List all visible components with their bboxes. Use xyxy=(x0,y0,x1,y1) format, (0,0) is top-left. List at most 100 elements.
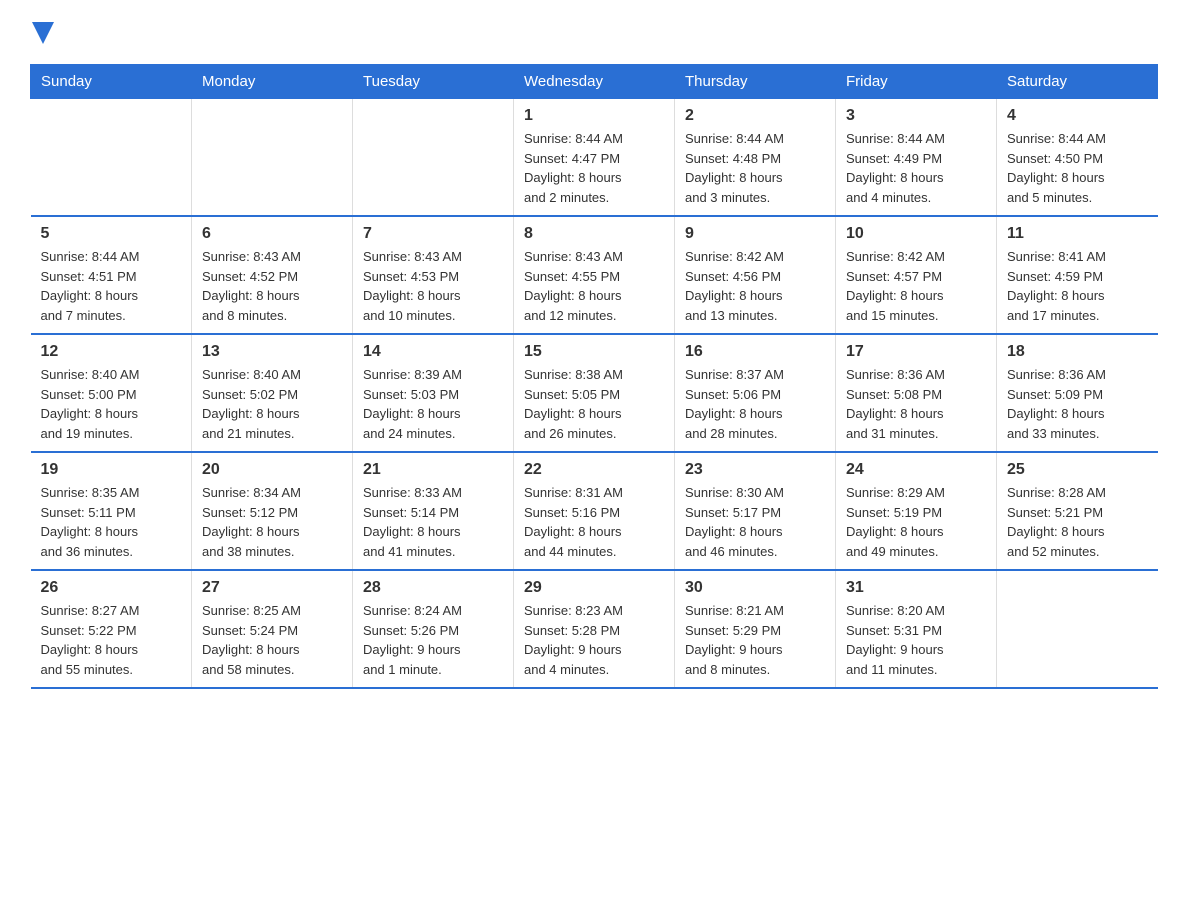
day-info: Sunrise: 8:37 AM Sunset: 5:06 PM Dayligh… xyxy=(685,365,825,443)
header-day-wednesday: Wednesday xyxy=(514,65,675,99)
calendar-cell: 6Sunrise: 8:43 AM Sunset: 4:52 PM Daylig… xyxy=(192,216,353,334)
day-info: Sunrise: 8:44 AM Sunset: 4:50 PM Dayligh… xyxy=(1007,129,1148,207)
day-info: Sunrise: 8:36 AM Sunset: 5:09 PM Dayligh… xyxy=(1007,365,1148,443)
day-number: 12 xyxy=(41,343,182,361)
logo-triangle-icon xyxy=(32,22,54,44)
calendar-cell: 5 Sunrise: 8:44 AM Sunset: 4:51 PM Daylig… xyxy=(31,216,192,334)
calendar-cell xyxy=(192,99,353,217)
calendar-cell: 25 Sunrise: 8:28 AM Sunset: 5:21 PM Dayli… xyxy=(997,452,1158,570)
calendar-cell xyxy=(31,99,192,217)
day-number: 20 xyxy=(202,461,342,479)
calendar-cell: 4 Sunrise: 8:44 AM Sunset: 4:50 PM Daylig… xyxy=(997,99,1158,217)
day-number: 10 xyxy=(846,225,986,243)
header-day-saturday: Saturday xyxy=(997,65,1158,99)
calendar-cell: 29Sunrise: 8:23 AM Sunset: 5:28 PM Dayli… xyxy=(514,570,675,688)
calendar-cell: 13 Sunrise: 8:40 AM Sunset: 5:02 PM Dayli… xyxy=(192,334,353,452)
calendar-cell: 23 Sunrise: 8:30 AM Sunset: 5:17 PM Dayli… xyxy=(675,452,836,570)
calendar-cell: 26Sunrise: 8:27 AM Sunset: 5:22 PM Dayli… xyxy=(31,570,192,688)
day-info: Sunrise: 8:34 AM Sunset: 5:12 PM Dayligh… xyxy=(202,483,342,561)
day-number: 14 xyxy=(363,343,503,361)
day-number: 18 xyxy=(1007,343,1148,361)
day-number: 13 xyxy=(202,343,342,361)
calendar-cell: 18 Sunrise: 8:36 AM Sunset: 5:09 PM Dayli… xyxy=(997,334,1158,452)
day-info: Sunrise: 8:43 AM Sunset: 4:55 PM Dayligh… xyxy=(524,247,664,325)
calendar-cell: 28Sunrise: 8:24 AM Sunset: 5:26 PM Dayli… xyxy=(353,570,514,688)
logo xyxy=(30,20,54,44)
calendar-cell: 15 Sunrise: 8:38 AM Sunset: 5:05 PM Dayli… xyxy=(514,334,675,452)
calendar-cell: 11Sunrise: 8:41 AM Sunset: 4:59 PM Dayli… xyxy=(997,216,1158,334)
day-info: Sunrise: 8:38 AM Sunset: 5:05 PM Dayligh… xyxy=(524,365,664,443)
calendar-cell: 9 Sunrise: 8:42 AM Sunset: 4:56 PM Daylig… xyxy=(675,216,836,334)
calendar-cell: 14 Sunrise: 8:39 AM Sunset: 5:03 PM Dayli… xyxy=(353,334,514,452)
calendar-cell xyxy=(997,570,1158,688)
week-row-5: 26Sunrise: 8:27 AM Sunset: 5:22 PM Dayli… xyxy=(31,570,1158,688)
calendar-cell: 16 Sunrise: 8:37 AM Sunset: 5:06 PM Dayli… xyxy=(675,334,836,452)
calendar-cell: 27Sunrise: 8:25 AM Sunset: 5:24 PM Dayli… xyxy=(192,570,353,688)
header-day-monday: Monday xyxy=(192,65,353,99)
day-info: Sunrise: 8:43 AM Sunset: 4:53 PM Dayligh… xyxy=(363,247,503,325)
calendar-cell: 31 Sunrise: 8:20 AM Sunset: 5:31 PM Dayli… xyxy=(836,570,997,688)
day-number: 9 xyxy=(685,225,825,243)
calendar-cell: 19Sunrise: 8:35 AM Sunset: 5:11 PM Dayli… xyxy=(31,452,192,570)
day-number: 26 xyxy=(41,579,182,597)
day-number: 7 xyxy=(363,225,503,243)
calendar-cell: 20 Sunrise: 8:34 AM Sunset: 5:12 PM Dayli… xyxy=(192,452,353,570)
day-number: 30 xyxy=(685,579,825,597)
day-number: 23 xyxy=(685,461,825,479)
day-info: Sunrise: 8:29 AM Sunset: 5:19 PM Dayligh… xyxy=(846,483,986,561)
header-day-friday: Friday xyxy=(836,65,997,99)
day-number: 5 xyxy=(41,225,182,243)
calendar-cell: 10 Sunrise: 8:42 AM Sunset: 4:57 PM Dayli… xyxy=(836,216,997,334)
calendar-cell: 12 Sunrise: 8:40 AM Sunset: 5:00 PM Dayli… xyxy=(31,334,192,452)
day-info: Sunrise: 8:40 AM Sunset: 5:02 PM Dayligh… xyxy=(202,365,342,443)
day-info: Sunrise: 8:20 AM Sunset: 5:31 PM Dayligh… xyxy=(846,601,986,679)
day-info: Sunrise: 8:30 AM Sunset: 5:17 PM Dayligh… xyxy=(685,483,825,561)
calendar-cell xyxy=(353,99,514,217)
day-info: Sunrise: 8:44 AM Sunset: 4:49 PM Dayligh… xyxy=(846,129,986,207)
day-info: Sunrise: 8:44 AM Sunset: 4:48 PM Dayligh… xyxy=(685,129,825,207)
day-number: 19 xyxy=(41,461,182,479)
header-row: SundayMondayTuesdayWednesdayThursdayFrid… xyxy=(31,65,1158,99)
day-number: 11 xyxy=(1007,225,1148,243)
header-day-sunday: Sunday xyxy=(31,65,192,99)
page-header xyxy=(30,20,1158,44)
day-info: Sunrise: 8:36 AM Sunset: 5:08 PM Dayligh… xyxy=(846,365,986,443)
calendar-body: 1 Sunrise: 8:44 AM Sunset: 4:47 PM Daylig… xyxy=(31,99,1158,689)
day-number: 3 xyxy=(846,107,986,125)
day-number: 22 xyxy=(524,461,664,479)
day-number: 21 xyxy=(363,461,503,479)
day-info: Sunrise: 8:42 AM Sunset: 4:57 PM Dayligh… xyxy=(846,247,986,325)
calendar-cell: 22 Sunrise: 8:31 AM Sunset: 5:16 PM Dayli… xyxy=(514,452,675,570)
day-info: Sunrise: 8:28 AM Sunset: 5:21 PM Dayligh… xyxy=(1007,483,1148,561)
day-number: 4 xyxy=(1007,107,1148,125)
day-info: Sunrise: 8:44 AM Sunset: 4:47 PM Dayligh… xyxy=(524,129,664,207)
day-info: Sunrise: 8:31 AM Sunset: 5:16 PM Dayligh… xyxy=(524,483,664,561)
day-number: 24 xyxy=(846,461,986,479)
day-number: 2 xyxy=(685,107,825,125)
calendar-table: SundayMondayTuesdayWednesdayThursdayFrid… xyxy=(30,64,1158,689)
week-row-4: 19Sunrise: 8:35 AM Sunset: 5:11 PM Dayli… xyxy=(31,452,1158,570)
day-info: Sunrise: 8:25 AM Sunset: 5:24 PM Dayligh… xyxy=(202,601,342,679)
day-info: Sunrise: 8:21 AM Sunset: 5:29 PM Dayligh… xyxy=(685,601,825,679)
day-number: 29 xyxy=(524,579,664,597)
calendar-cell: 7 Sunrise: 8:43 AM Sunset: 4:53 PM Daylig… xyxy=(353,216,514,334)
day-number: 16 xyxy=(685,343,825,361)
calendar-cell: 1 Sunrise: 8:44 AM Sunset: 4:47 PM Daylig… xyxy=(514,99,675,217)
day-number: 6 xyxy=(202,225,342,243)
week-row-2: 5 Sunrise: 8:44 AM Sunset: 4:51 PM Daylig… xyxy=(31,216,1158,334)
calendar-cell: 24 Sunrise: 8:29 AM Sunset: 5:19 PM Dayli… xyxy=(836,452,997,570)
day-number: 1 xyxy=(524,107,664,125)
day-info: Sunrise: 8:44 AM Sunset: 4:51 PM Dayligh… xyxy=(41,247,182,325)
day-number: 31 xyxy=(846,579,986,597)
day-info: Sunrise: 8:40 AM Sunset: 5:00 PM Dayligh… xyxy=(41,365,182,443)
day-info: Sunrise: 8:24 AM Sunset: 5:26 PM Dayligh… xyxy=(363,601,503,679)
day-number: 8 xyxy=(524,225,664,243)
calendar-header: SundayMondayTuesdayWednesdayThursdayFrid… xyxy=(31,65,1158,99)
day-number: 25 xyxy=(1007,461,1148,479)
day-info: Sunrise: 8:42 AM Sunset: 4:56 PM Dayligh… xyxy=(685,247,825,325)
calendar-cell: 8 Sunrise: 8:43 AM Sunset: 4:55 PM Daylig… xyxy=(514,216,675,334)
calendar-cell: 30 Sunrise: 8:21 AM Sunset: 5:29 PM Dayli… xyxy=(675,570,836,688)
calendar-cell: 17Sunrise: 8:36 AM Sunset: 5:08 PM Dayli… xyxy=(836,334,997,452)
day-number: 15 xyxy=(524,343,664,361)
day-info: Sunrise: 8:39 AM Sunset: 5:03 PM Dayligh… xyxy=(363,365,503,443)
